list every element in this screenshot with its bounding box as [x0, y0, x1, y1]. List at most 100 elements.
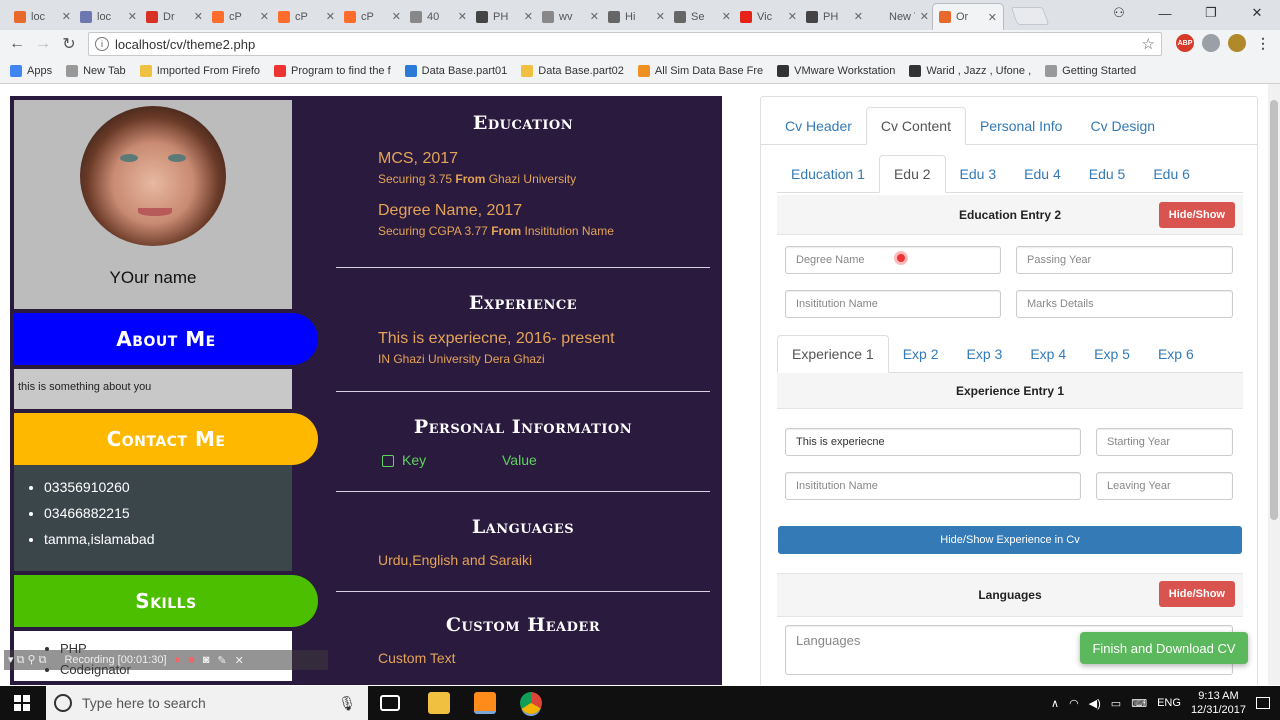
close-tab-icon[interactable]: ✕ [458, 10, 467, 23]
browser-tab[interactable]: cP ✕ [206, 3, 276, 30]
maximize-button[interactable]: ❐ [1188, 0, 1234, 26]
tab-edu-5[interactable]: Edu 5 [1075, 156, 1140, 192]
close-tab-icon[interactable]: ✕ [988, 11, 997, 24]
stop-icon[interactable]: ■ [188, 654, 195, 666]
tab-personal-info[interactable]: Personal Info [966, 108, 1077, 144]
pause-icon[interactable]: ⏸ [175, 654, 181, 667]
bookmark-item[interactable]: Getting Started [1045, 64, 1136, 77]
close-tab-icon[interactable]: ✕ [326, 10, 335, 23]
experience-title-input[interactable]: This is experiecne [785, 428, 1081, 456]
browser-tab[interactable]: Hi ✕ [602, 3, 672, 30]
institution-name-input[interactable]: Insititution Name [785, 290, 1001, 318]
browser-tab[interactable]: Se ✕ [668, 3, 738, 30]
close-tab-icon[interactable]: ✕ [392, 10, 401, 23]
close-icon[interactable]: ✕ [235, 654, 244, 667]
browser-tab[interactable]: loc ✕ [8, 3, 78, 30]
windows-start-icon[interactable] [14, 695, 30, 711]
clock[interactable]: 9:13 AM 12/31/2017 [1191, 689, 1246, 717]
menu-icon[interactable]: ⋮ [1254, 34, 1272, 52]
browser-tab[interactable]: New Ta ✕ [866, 3, 936, 30]
bookmark-item[interactable]: Data Base.part01 [404, 64, 507, 77]
browser-tab[interactable]: cP ✕ [272, 3, 342, 30]
tab-exp-6[interactable]: Exp 6 [1144, 336, 1208, 372]
new-tab-button[interactable] [1010, 7, 1050, 25]
browser-tab[interactable]: wv ✕ [536, 3, 606, 30]
bookmark-item[interactable]: Imported From Firefo [139, 64, 260, 77]
forward-icon[interactable]: → [30, 35, 56, 53]
file-explorer-icon[interactable] [428, 692, 450, 714]
page-scrollbar[interactable] [1268, 84, 1280, 685]
close-tab-icon[interactable]: ✕ [590, 10, 599, 23]
close-tab-icon[interactable]: ✕ [524, 10, 533, 23]
languages-hide-show-button[interactable]: Hide/Show [1158, 581, 1235, 607]
close-tab-icon[interactable]: ✕ [260, 10, 269, 23]
chrome-icon[interactable] [520, 692, 542, 714]
language-indicator[interactable]: ENG [1157, 697, 1181, 709]
bookmark-item[interactable]: Warid , Jazz , Ufone , [909, 64, 1031, 77]
back-icon[interactable]: ← [4, 35, 30, 53]
hide-show-experience-button[interactable]: Hide/Show Experience in Cv [778, 526, 1242, 554]
notification-icon[interactable] [1256, 697, 1270, 709]
starting-year-input[interactable]: Starting Year [1096, 428, 1233, 456]
pen-icon[interactable]: ✎ [217, 654, 226, 667]
bookmark-item[interactable]: Data Base.part02 [521, 64, 624, 77]
passing-year-input[interactable]: Passing Year [1016, 246, 1233, 274]
tab-exp-2[interactable]: Exp 2 [889, 336, 953, 372]
tab-exp-4[interactable]: Exp 4 [1016, 336, 1080, 372]
tab-experience-1[interactable]: Experience 1 [777, 335, 889, 373]
bookmark-item[interactable]: Program to find the f [274, 64, 391, 77]
hide-show-button[interactable]: Hide/Show [1158, 202, 1235, 228]
tab-cv-content[interactable]: Cv Content [865, 107, 966, 145]
network-icon[interactable]: ◠ [1069, 697, 1079, 710]
tab-exp-5[interactable]: Exp 5 [1080, 336, 1144, 372]
bookmark-item[interactable]: VMware Workstation [777, 64, 895, 77]
tab-exp-3[interactable]: Exp 3 [953, 336, 1017, 372]
tab-edu-4[interactable]: Edu 4 [1010, 156, 1075, 192]
finish-download-button[interactable]: Finish and Download CV [1080, 632, 1248, 664]
keyboard-icon[interactable]: ⌨ [1131, 697, 1147, 710]
tab-education-1[interactable]: Education 1 [777, 156, 879, 192]
close-tab-icon[interactable]: ✕ [128, 10, 137, 23]
browser-tab[interactable]: PH ✕ [470, 3, 540, 30]
close-tab-icon[interactable]: ✕ [722, 10, 731, 23]
menu-icon[interactable]: ▾ ⧉ ⚲ ⧉ [8, 653, 46, 667]
adblock-icon[interactable]: ABP [1176, 34, 1194, 52]
address-bar[interactable]: i localhost/cv/theme2.php ☆ [88, 32, 1162, 56]
user-icon[interactable]: ⚇ [1096, 0, 1142, 26]
tab-cv-design[interactable]: Cv Design [1076, 108, 1169, 144]
browser-tab[interactable]: Dr ✕ [140, 3, 210, 30]
bookmark-star-icon[interactable]: ☆ [1142, 35, 1155, 53]
tab-edu-6[interactable]: Edu 6 [1139, 156, 1204, 192]
info-icon[interactable]: i [95, 37, 109, 51]
tab-edu-3[interactable]: Edu 3 [946, 156, 1011, 192]
leaving-year-input[interactable]: Leaving Year [1096, 472, 1233, 500]
close-tab-icon[interactable]: ✕ [194, 10, 203, 23]
browser-tab[interactable]: loc ✕ [74, 3, 144, 30]
close-tab-icon[interactable]: ✕ [656, 10, 665, 23]
browser-tab[interactable]: cP ✕ [338, 3, 408, 30]
browser-tab[interactable]: 40 ✕ [404, 3, 474, 30]
extension-icon[interactable] [1202, 34, 1220, 52]
bookmark-item[interactable]: All Sim Data Base Fre [637, 64, 763, 77]
browser-tab[interactable]: Vic ✕ [734, 3, 804, 30]
close-tab-icon[interactable]: ✕ [920, 10, 929, 23]
volume-icon[interactable]: ◀) [1089, 697, 1101, 710]
bookmark-item[interactable]: New Tab [66, 64, 126, 77]
camera-icon[interactable]: ◙ [203, 654, 210, 666]
close-window-button[interactable]: ✕ [1234, 0, 1280, 26]
extension-icon[interactable] [1228, 34, 1246, 52]
bookmark-item[interactable]: Apps [10, 64, 52, 77]
tab-edu-2[interactable]: Edu 2 [878, 155, 946, 193]
taskbar-search[interactable]: Type here to search 🎙 [46, 686, 368, 720]
degree-name-input[interactable]: Degree Name [785, 246, 1001, 274]
microphone-icon[interactable]: 🎙 [338, 695, 356, 712]
browser-tab[interactable]: Or ✕ [932, 3, 1004, 30]
task-view-icon[interactable] [380, 695, 400, 711]
close-tab-icon[interactable]: ✕ [788, 10, 797, 23]
reload-icon[interactable]: ↻ [56, 34, 82, 54]
chevron-up-icon[interactable]: ∧ [1051, 697, 1059, 710]
minimize-button[interactable]: — [1142, 0, 1188, 26]
close-tab-icon[interactable]: ✕ [854, 10, 863, 23]
battery-icon[interactable]: ▭ [1111, 697, 1121, 710]
browser-tab[interactable]: PH ✕ [800, 3, 870, 30]
